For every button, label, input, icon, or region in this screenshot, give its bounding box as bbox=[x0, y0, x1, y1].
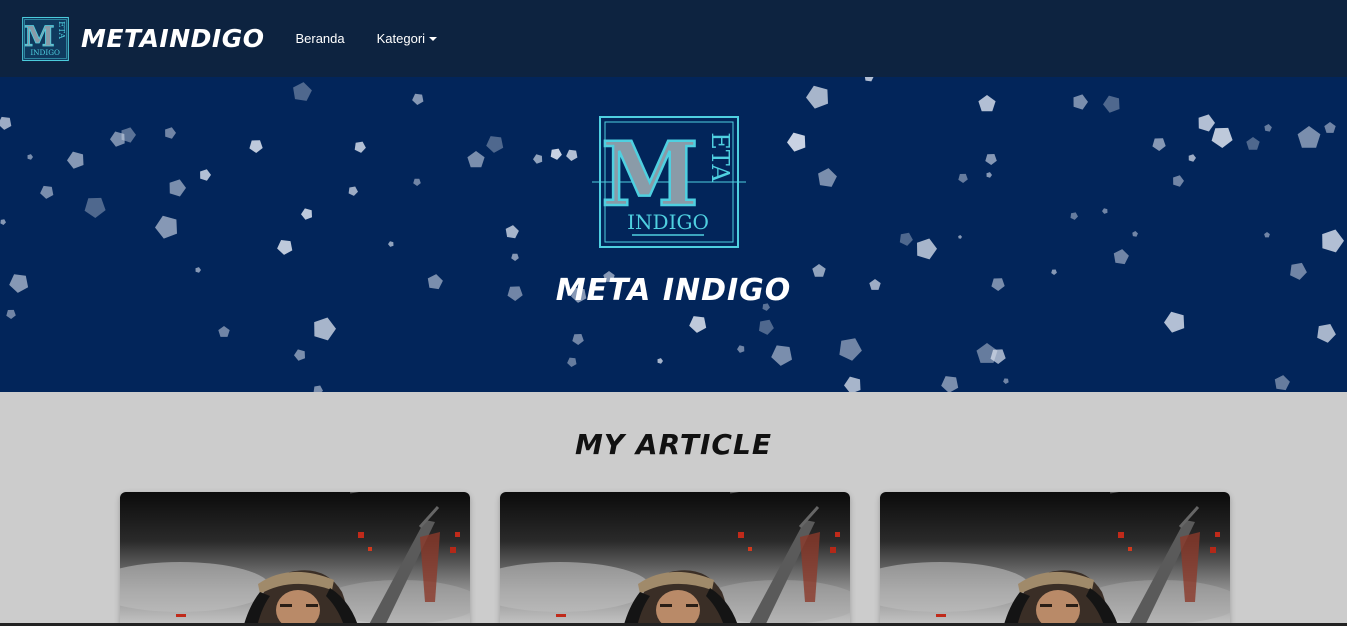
particle bbox=[1297, 126, 1321, 148]
particle bbox=[917, 238, 937, 260]
particle bbox=[689, 316, 707, 333]
particle bbox=[1274, 375, 1290, 391]
particle bbox=[1173, 175, 1184, 187]
article-card[interactable] bbox=[500, 492, 850, 626]
particle bbox=[0, 219, 6, 225]
particle bbox=[1073, 94, 1088, 110]
samurai-image bbox=[500, 492, 850, 626]
articles-section: MY ARTICLE bbox=[0, 392, 1347, 626]
particle bbox=[1264, 232, 1270, 238]
particle bbox=[1322, 229, 1344, 253]
particle bbox=[388, 241, 394, 247]
particle bbox=[978, 95, 996, 112]
particle bbox=[0, 116, 12, 130]
particle bbox=[657, 358, 663, 364]
particle bbox=[1198, 114, 1215, 132]
navbar: M ETA INDIGO METAINDIGO Beranda Kategori bbox=[0, 0, 1347, 77]
particle bbox=[818, 168, 837, 187]
particle bbox=[218, 326, 230, 337]
nav-kategori-label: Kategori bbox=[376, 31, 426, 46]
particle bbox=[844, 376, 861, 392]
particle bbox=[567, 357, 577, 367]
hero-logo: M ETA INDIGO bbox=[592, 116, 746, 248]
particle bbox=[759, 319, 774, 335]
particle bbox=[1152, 138, 1166, 151]
particle bbox=[572, 334, 584, 345]
particle bbox=[40, 185, 54, 199]
particle bbox=[787, 132, 806, 152]
particle bbox=[413, 178, 421, 186]
section-title: MY ARTICLE bbox=[575, 428, 772, 461]
particle bbox=[1164, 311, 1185, 333]
particle bbox=[1113, 249, 1129, 265]
particle bbox=[486, 136, 504, 153]
particle bbox=[1188, 154, 1196, 162]
particle bbox=[195, 267, 201, 273]
particle bbox=[505, 225, 519, 239]
metaindigo-logo[interactable]: M ETA INDIGO bbox=[20, 16, 71, 62]
particle bbox=[771, 345, 792, 366]
hero-title: META INDIGO bbox=[555, 273, 792, 308]
particle bbox=[200, 169, 211, 181]
chevron-down-icon bbox=[429, 37, 438, 41]
logo-side-text: ETA bbox=[56, 21, 66, 40]
particle bbox=[412, 93, 424, 105]
particle bbox=[249, 140, 263, 153]
particle bbox=[533, 154, 543, 164]
particle bbox=[958, 235, 962, 239]
particle bbox=[941, 376, 959, 392]
particle bbox=[511, 253, 519, 261]
particle bbox=[169, 179, 186, 197]
particle bbox=[737, 345, 745, 353]
particle bbox=[155, 215, 177, 239]
particle bbox=[864, 77, 874, 82]
particle bbox=[6, 309, 16, 319]
nav-kategori-dropdown[interactable]: Kategori bbox=[376, 31, 438, 46]
hero-logo-side-text: ETA bbox=[706, 132, 734, 182]
particle bbox=[110, 131, 125, 147]
particle bbox=[301, 208, 312, 220]
particle bbox=[314, 317, 336, 341]
particle bbox=[1211, 127, 1233, 148]
particle bbox=[277, 240, 293, 255]
hero-banner: M ETA INDIGO META INDIGO bbox=[0, 77, 1347, 392]
particle bbox=[1103, 95, 1120, 113]
particle bbox=[84, 197, 106, 218]
particle bbox=[1003, 378, 1009, 384]
particle bbox=[986, 172, 992, 178]
particle bbox=[467, 151, 485, 168]
particle bbox=[1132, 231, 1138, 237]
particle bbox=[806, 85, 828, 109]
article-card[interactable] bbox=[120, 492, 470, 626]
hero-logo-bottom-text: INDIGO bbox=[627, 210, 709, 234]
particle bbox=[985, 154, 997, 165]
particle bbox=[1070, 212, 1078, 220]
particle bbox=[1324, 122, 1336, 133]
particle bbox=[1102, 208, 1108, 214]
particle bbox=[1317, 324, 1336, 343]
logo-bottom-text: INDIGO bbox=[30, 48, 60, 57]
samurai-image bbox=[880, 492, 1230, 626]
particle bbox=[566, 149, 578, 161]
particle bbox=[958, 173, 968, 183]
nav-links: Beranda Kategori bbox=[295, 31, 469, 46]
particle bbox=[67, 151, 84, 169]
particle bbox=[839, 338, 862, 361]
brand-link[interactable]: METAINDIGO bbox=[81, 24, 264, 53]
particle bbox=[294, 349, 305, 361]
particle bbox=[348, 186, 358, 196]
particle bbox=[550, 148, 562, 160]
particle bbox=[1264, 124, 1272, 132]
particle bbox=[899, 232, 913, 246]
samurai-image bbox=[120, 492, 470, 626]
particle bbox=[165, 127, 176, 139]
particle bbox=[1246, 137, 1260, 150]
particle bbox=[354, 141, 366, 153]
particle bbox=[293, 82, 312, 101]
nav-beranda[interactable]: Beranda bbox=[295, 31, 344, 46]
article-card[interactable] bbox=[880, 492, 1230, 626]
particle bbox=[27, 154, 33, 160]
